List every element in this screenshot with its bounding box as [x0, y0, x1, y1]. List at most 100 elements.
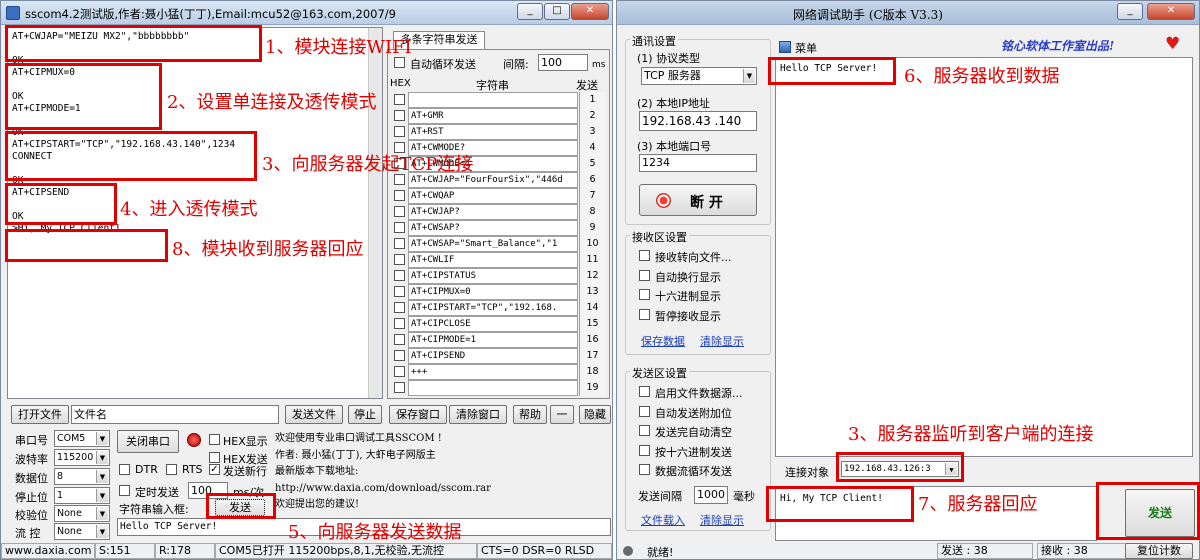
- row-send-button[interactable]: 6: [579, 172, 605, 188]
- row-send-button[interactable]: 7: [579, 188, 605, 204]
- option-checkbox[interactable]: [639, 444, 650, 456]
- row-send-button[interactable]: 19: [579, 380, 605, 396]
- menu-icon[interactable]: [779, 41, 791, 53]
- send-newline-checkbox[interactable]: ✓: [209, 464, 220, 475]
- row-hex-checkbox[interactable]: [394, 302, 405, 313]
- port-select[interactable]: COM5 ▼: [54, 430, 110, 447]
- row-send-button[interactable]: 18: [579, 364, 605, 380]
- row-hex-checkbox[interactable]: [394, 286, 405, 297]
- save-window-button[interactable]: 保存窗口: [389, 405, 447, 424]
- option-checkbox[interactable]: [639, 308, 650, 320]
- file-name-input[interactable]: 文件名: [71, 405, 279, 424]
- clear-window-button[interactable]: 清除窗口: [449, 405, 507, 424]
- parity-select[interactable]: None ▼: [54, 505, 110, 522]
- row-send-button[interactable]: 10: [579, 236, 605, 252]
- hide-button[interactable]: 隐藏: [579, 405, 611, 424]
- row-string-input[interactable]: AT+CIPMUX=0: [408, 284, 578, 300]
- row-send-button[interactable]: 4: [579, 140, 605, 156]
- row-string-input[interactable]: AT+CWSAP?: [408, 220, 578, 236]
- clear-display-link[interactable]: 清除显示: [700, 333, 744, 349]
- baud-select[interactable]: 115200 ▼: [54, 449, 110, 466]
- reset-count-button[interactable]: 复位计数: [1125, 543, 1193, 559]
- flow-select[interactable]: None ▼: [54, 523, 110, 540]
- net-receive-area[interactable]: Hello TCP Server!: [775, 57, 1193, 457]
- row-hex-checkbox[interactable]: [394, 254, 405, 265]
- row-send-button[interactable]: 5: [579, 156, 605, 172]
- option-checkbox[interactable]: [639, 250, 650, 261]
- row-send-button[interactable]: 17: [579, 348, 605, 364]
- stop-button[interactable]: 停止: [348, 405, 382, 424]
- minimize-button[interactable]: _: [1117, 3, 1143, 20]
- close-button[interactable]: ✕: [571, 3, 609, 20]
- load-file-link[interactable]: 文件载入: [641, 512, 685, 528]
- row-send-button[interactable]: 3: [579, 124, 605, 140]
- clear-display-link-2[interactable]: 清除显示: [700, 512, 744, 528]
- stopbits-select[interactable]: 1 ▼: [54, 487, 110, 504]
- dtr-checkbox[interactable]: [119, 464, 130, 475]
- row-string-input[interactable]: +++: [408, 364, 578, 380]
- send-file-button[interactable]: 发送文件: [285, 405, 343, 424]
- help-button[interactable]: 帮助: [513, 405, 547, 424]
- row-string-input[interactable]: [408, 380, 578, 396]
- row-hex-checkbox[interactable]: [394, 382, 405, 393]
- row-send-button[interactable]: 11: [579, 252, 605, 268]
- minus-button[interactable]: 一: [550, 405, 574, 424]
- databits-select[interactable]: 8 ▼: [54, 468, 110, 485]
- row-hex-checkbox[interactable]: [394, 270, 405, 281]
- row-send-button[interactable]: 12: [579, 268, 605, 284]
- row-hex-checkbox[interactable]: [394, 350, 405, 361]
- row-send-button[interactable]: 16: [579, 332, 605, 348]
- close-button[interactable]: ✕: [1147, 3, 1195, 20]
- row-hex-checkbox[interactable]: [394, 366, 405, 377]
- row-string-input[interactable]: AT+CWJAP?: [408, 204, 578, 220]
- protocol-select[interactable]: TCP 服务器 ▼: [641, 67, 757, 85]
- row-string-input[interactable]: [408, 92, 578, 108]
- hex-display-checkbox[interactable]: [209, 434, 220, 445]
- row-string-input[interactable]: AT+CIPSTART="TCP","192.168.: [408, 300, 578, 316]
- save-data-link[interactable]: 保存数据: [641, 333, 685, 349]
- row-string-input[interactable]: AT+CWLIF: [408, 252, 578, 268]
- option-checkbox[interactable]: [639, 464, 650, 475]
- row-string-input[interactable]: AT+GMR: [408, 108, 578, 124]
- row-send-button[interactable]: 15: [579, 316, 605, 332]
- row-hex-checkbox[interactable]: [394, 334, 405, 345]
- disconnect-button[interactable]: 断 开: [639, 184, 757, 216]
- row-hex-checkbox[interactable]: [394, 318, 405, 329]
- row-send-button[interactable]: 13: [579, 284, 605, 300]
- row-send-button[interactable]: 8: [579, 204, 605, 220]
- minimize-button[interactable]: _: [517, 3, 543, 20]
- row-hex-checkbox[interactable]: [394, 94, 405, 105]
- timed-send-checkbox[interactable]: [119, 485, 130, 496]
- option-checkbox[interactable]: [639, 405, 650, 417]
- option-checkbox[interactable]: [639, 386, 650, 397]
- option-checkbox[interactable]: [639, 425, 650, 436]
- row-send-button[interactable]: 2: [579, 108, 605, 124]
- option-checkbox[interactable]: [639, 289, 650, 300]
- row-hex-checkbox[interactable]: [394, 206, 405, 217]
- row-send-button[interactable]: 9: [579, 220, 605, 236]
- port-input[interactable]: 1234: [639, 154, 757, 172]
- row-string-input[interactable]: AT+CIPSTATUS: [408, 268, 578, 284]
- row-hex-checkbox[interactable]: [394, 126, 405, 137]
- row-string-input[interactable]: AT+CIPSEND: [408, 348, 578, 364]
- option-checkbox[interactable]: [639, 269, 650, 281]
- ip-input[interactable]: 192.168.43 .140: [639, 111, 757, 131]
- open-file-button[interactable]: 打开文件: [11, 405, 69, 424]
- send-interval-input[interactable]: 1000: [694, 486, 728, 504]
- row-send-button[interactable]: 1: [579, 92, 605, 108]
- close-port-button[interactable]: 关闭串口: [117, 430, 179, 453]
- row-string-input[interactable]: AT+CWSAP="Smart_Balance","1: [408, 236, 578, 252]
- row-string-input[interactable]: AT+RST: [408, 124, 578, 140]
- interval-input[interactable]: 100: [538, 54, 588, 71]
- row-string-input[interactable]: AT+CWQAP: [408, 188, 578, 204]
- terminal-scrollbar[interactable]: [368, 28, 382, 398]
- row-hex-checkbox[interactable]: [394, 110, 405, 121]
- maximize-button[interactable]: □: [544, 3, 570, 20]
- row-hex-checkbox[interactable]: [394, 222, 405, 233]
- row-hex-checkbox[interactable]: [394, 238, 405, 249]
- row-send-button[interactable]: 14: [579, 300, 605, 316]
- row-string-input[interactable]: AT+CIPCLOSE: [408, 316, 578, 332]
- hex-send-checkbox[interactable]: [209, 452, 220, 463]
- row-string-input[interactable]: AT+CIPMODE=1: [408, 332, 578, 348]
- rts-checkbox[interactable]: [166, 464, 177, 475]
